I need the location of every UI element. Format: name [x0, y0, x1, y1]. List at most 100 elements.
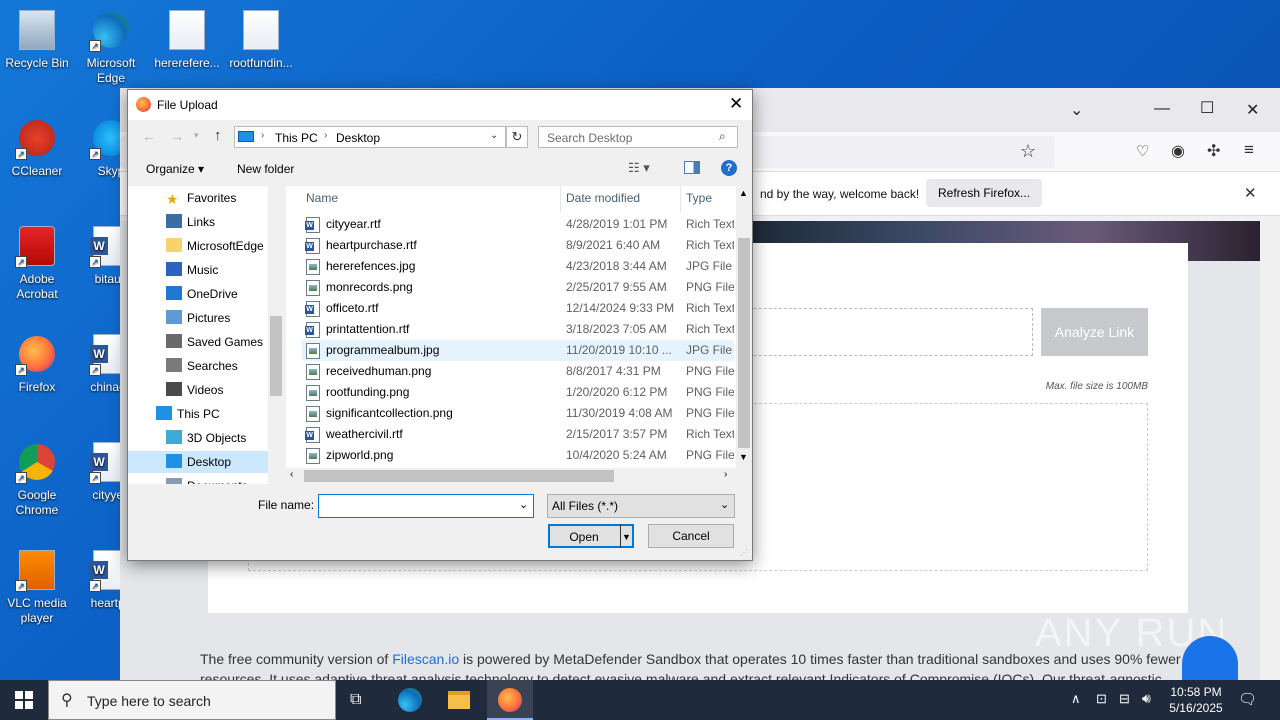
nav-scrollbar[interactable]	[268, 186, 284, 484]
breadcrumb-this-pc[interactable]: This PC	[275, 131, 318, 145]
nav-item-searches[interactable]: Searches	[166, 355, 268, 377]
column-header-date[interactable]: Date modified	[566, 186, 640, 212]
desktop-icon-firefox[interactable]: ↗ Firefox	[0, 332, 74, 395]
scroll-right-icon[interactable]: ›	[724, 469, 727, 480]
open-options-icon[interactable]: ▼	[622, 526, 631, 548]
desktop-icon-ccleaner[interactable]: ↗ CCleaner	[0, 116, 74, 179]
nav-item-pictures[interactable]: Pictures	[166, 307, 268, 329]
close-window-button[interactable]: ✕	[1246, 100, 1259, 120]
file-row[interactable]: cityyear.rtf 4/28/2019 1:01 PM Rich Text	[302, 214, 734, 235]
analyze-link-button[interactable]: Analyze Link	[1041, 308, 1148, 356]
scroll-up-icon[interactable]: ▲	[739, 188, 748, 198]
scroll-left-icon[interactable]: ‹	[290, 469, 293, 480]
file-name-dropdown-icon[interactable]: ⌄	[519, 498, 528, 511]
up-folder-icon[interactable]: ↑	[214, 127, 222, 144]
back-icon[interactable]: ←	[142, 128, 156, 144]
desktop-icon-adobe-acrobat[interactable]: ↗ Adobe Acrobat	[0, 224, 74, 302]
desktop-icon-microsoft-edge[interactable]: ↗ Microsoft Edge	[74, 8, 148, 86]
desktop-icon-google-chrome[interactable]: ↗ Google Chrome	[0, 440, 74, 518]
nav-item-documents[interactable]: Documents	[166, 475, 268, 484]
hscroll-thumb[interactable]	[304, 470, 614, 482]
resize-grip-icon[interactable]: ⋰	[740, 548, 748, 557]
filter-dropdown-icon[interactable]: ⌄	[720, 498, 729, 511]
file-row[interactable]: printattention.rtf 3/18/2023 7:05 AM Rich …	[302, 319, 734, 340]
show-hidden-icons[interactable]: ∧	[1071, 691, 1081, 707]
desktop-icon-recycle-bin[interactable]: Recycle Bin	[0, 8, 74, 71]
task-view-icon[interactable]: ⧉	[350, 691, 361, 709]
refresh-firefox-button[interactable]: Refresh Firefox...	[926, 179, 1043, 207]
page-scrollbar[interactable]	[1260, 221, 1280, 680]
view-options-icon[interactable]: ☷ ▾	[628, 160, 650, 176]
file-row[interactable]: monrecords.png 2/25/2017 9:55 AM PNG File	[302, 277, 734, 298]
usb-icon[interactable]: ⊡	[1096, 691, 1107, 707]
help-icon[interactable]: ?	[721, 160, 737, 176]
recent-locations-icon[interactable]: ▾	[194, 130, 199, 141]
clock[interactable]: 10:58 PM 5/16/2025	[1166, 684, 1226, 716]
volume-icon[interactable]: 🔊︎	[1142, 690, 1151, 707]
file-row[interactable]: zipworld.png 10/4/2020 5:24 AM PNG File	[302, 445, 734, 466]
firefox-taskbar-button[interactable]	[487, 680, 533, 720]
organize-button[interactable]: Organize ▾	[146, 162, 204, 176]
column-header-type[interactable]: Type	[686, 186, 712, 212]
file-row[interactable]: officeto.rtf 12/14/2024 9:33 PM Rich Text	[302, 298, 734, 319]
file-name-input[interactable]: ⌄	[318, 494, 534, 518]
scroll-down-icon[interactable]: ▼	[739, 452, 748, 462]
taskbar-search-box[interactable]: ⚲ Type here to search	[48, 680, 336, 720]
column-header-name[interactable]: Name	[306, 186, 338, 212]
filescan-link[interactable]: Filescan.io	[392, 651, 459, 667]
preview-pane-icon[interactable]	[684, 161, 700, 174]
file-type-filter[interactable]: All Files (*.*) ⌄	[547, 494, 735, 518]
desktop-icon-rootfundin-[interactable]: rootfundin...	[224, 8, 298, 71]
menu-icon[interactable]: ≡	[1244, 140, 1254, 160]
file-row[interactable]: heartpurchase.rtf 8/9/2021 6:40 AM Rich Te…	[302, 235, 734, 256]
edge-taskbar-icon[interactable]	[398, 688, 422, 712]
minimize-button[interactable]: —	[1154, 100, 1170, 118]
desktop-icon-hererefere-[interactable]: hererefere...	[150, 8, 224, 71]
file-list-vscrollbar[interactable]: ▲ ▼	[736, 186, 752, 468]
extensions-icon[interactable]: ✣	[1207, 141, 1220, 161]
windows-start-icon[interactable]	[15, 691, 33, 709]
notifications-icon[interactable]: 🗨︎	[1238, 690, 1257, 708]
forward-icon[interactable]: →	[170, 128, 184, 144]
file-row[interactable]: weathercivil.rtf 2/15/2017 3:57 PM Rich Te…	[302, 424, 734, 445]
file-row[interactable]: rootfunding.png 1/20/2020 6:12 PM PNG File	[302, 382, 734, 403]
nav-item-3d-objects[interactable]: 3D Objects	[166, 427, 268, 449]
file-row[interactable]: significantcollection.png 11/30/2019 4:08…	[302, 403, 734, 424]
nav-item-saved-games[interactable]: Saved Games	[166, 331, 268, 353]
address-bar[interactable]: › This PC › Desktop ⌄	[234, 126, 506, 148]
nav-item-links[interactable]: Links	[166, 211, 268, 233]
bookmark-star-icon[interactable]: ☆	[1020, 141, 1036, 162]
dialog-close-button[interactable]: ✕	[729, 94, 743, 114]
nav-item-favorites[interactable]: ★ Favorites	[166, 187, 268, 209]
file-row[interactable]: receivedhuman.png 8/8/2017 4:31 PM PNG Fil…	[302, 361, 734, 382]
nav-item-music[interactable]: Music	[166, 259, 268, 281]
vscroll-thumb[interactable]	[738, 238, 750, 448]
nav-item-desktop[interactable]: Desktop	[128, 451, 268, 473]
address-dropdown-icon[interactable]: ⌄	[490, 130, 498, 141]
file-type: PNG File	[686, 280, 734, 294]
open-button[interactable]: Open ▼	[548, 524, 634, 548]
nav-scroll-thumb[interactable]	[270, 316, 282, 396]
pocket-icon[interactable]: ♡	[1136, 142, 1149, 160]
cancel-button[interactable]: Cancel	[648, 524, 734, 548]
desktop-icon-vlc-media-player[interactable]: ↗ VLC media player	[0, 548, 74, 626]
refresh-icon[interactable]: ↻	[506, 126, 528, 148]
network-icon[interactable]: ⊟	[1119, 691, 1130, 707]
nav-item-microsoftedge[interactable]: MicrosoftEdge	[166, 235, 268, 257]
new-folder-button[interactable]: New folder	[237, 162, 294, 176]
file-list-hscrollbar[interactable]: ‹ ›	[286, 468, 736, 484]
breadcrumb-desktop[interactable]: Desktop	[336, 131, 380, 145]
file-explorer-taskbar-icon[interactable]	[448, 691, 470, 709]
close-notice-icon[interactable]: ✕	[1244, 184, 1257, 202]
search-desktop-field[interactable]: Search Desktop ⌕	[538, 126, 738, 148]
chat-bubble-icon[interactable]	[1182, 636, 1238, 680]
maximize-button[interactable]: ☐	[1200, 98, 1214, 118]
account-icon[interactable]: ◉	[1171, 141, 1185, 161]
nav-item-this-pc[interactable]: This PC	[156, 403, 268, 425]
file-row[interactable]: hererefences.jpg 4/23/2018 3:44 AM JPG Fil…	[302, 256, 734, 277]
footer-line-2: resources. It uses adaptive threat analy…	[200, 671, 1162, 680]
nav-item-videos[interactable]: Videos	[166, 379, 268, 401]
file-row[interactable]: programmealbum.jpg 11/20/2019 10:10 ... JP…	[302, 340, 734, 361]
nav-item-onedrive[interactable]: OneDrive	[166, 283, 268, 305]
list-all-tabs-icon[interactable]: ⌄	[1070, 100, 1083, 120]
